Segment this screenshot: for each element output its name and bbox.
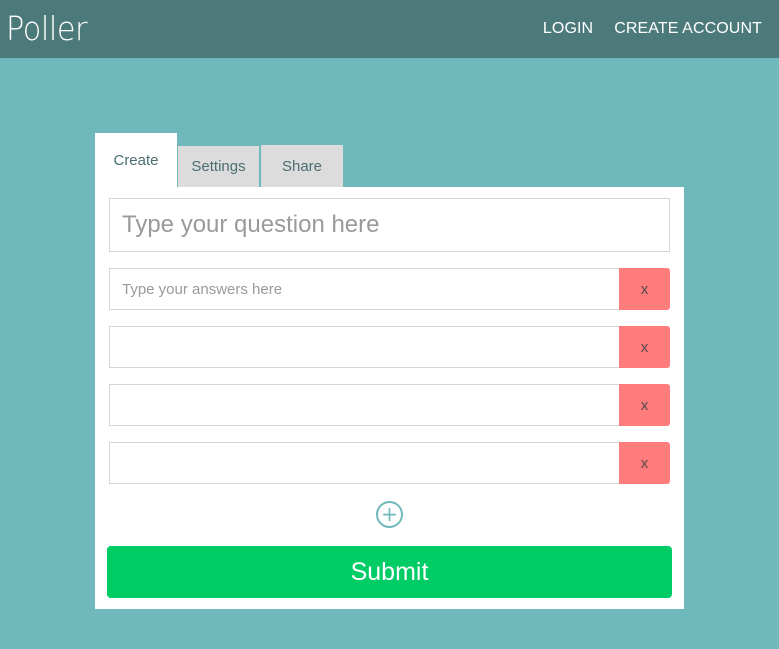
remove-answer-button[interactable]: x (619, 326, 670, 368)
answer-input[interactable] (109, 384, 620, 426)
create-account-link[interactable]: CREATE ACCOUNT (614, 0, 762, 58)
app-logo[interactable]: Poller (6, 9, 88, 49)
login-link[interactable]: LOGIN (543, 0, 593, 58)
plus-circle-icon: + (381, 502, 398, 526)
question-input[interactable] (109, 198, 670, 252)
add-answer-button[interactable]: + (376, 501, 403, 528)
answer-input[interactable] (109, 268, 620, 310)
remove-answer-button[interactable]: x (619, 268, 670, 310)
answer-input[interactable] (109, 326, 620, 368)
top-navbar: Poller LOGIN CREATE ACCOUNT (0, 0, 779, 58)
submit-button[interactable]: Submit (107, 546, 672, 598)
answer-row: x (109, 326, 670, 368)
answer-input[interactable] (109, 442, 620, 484)
tab-share[interactable]: Share (260, 145, 343, 187)
answer-row: x (109, 442, 670, 484)
answer-row: x (109, 268, 670, 310)
tab-create[interactable]: Create (95, 133, 177, 189)
remove-answer-button[interactable]: x (619, 442, 670, 484)
remove-answer-button[interactable]: x (619, 384, 670, 426)
create-poll-panel: x x x x + Submit (95, 187, 684, 609)
answer-row: x (109, 384, 670, 426)
nav-links: LOGIN CREATE ACCOUNT (522, 0, 762, 58)
tab-settings[interactable]: Settings (177, 145, 260, 187)
